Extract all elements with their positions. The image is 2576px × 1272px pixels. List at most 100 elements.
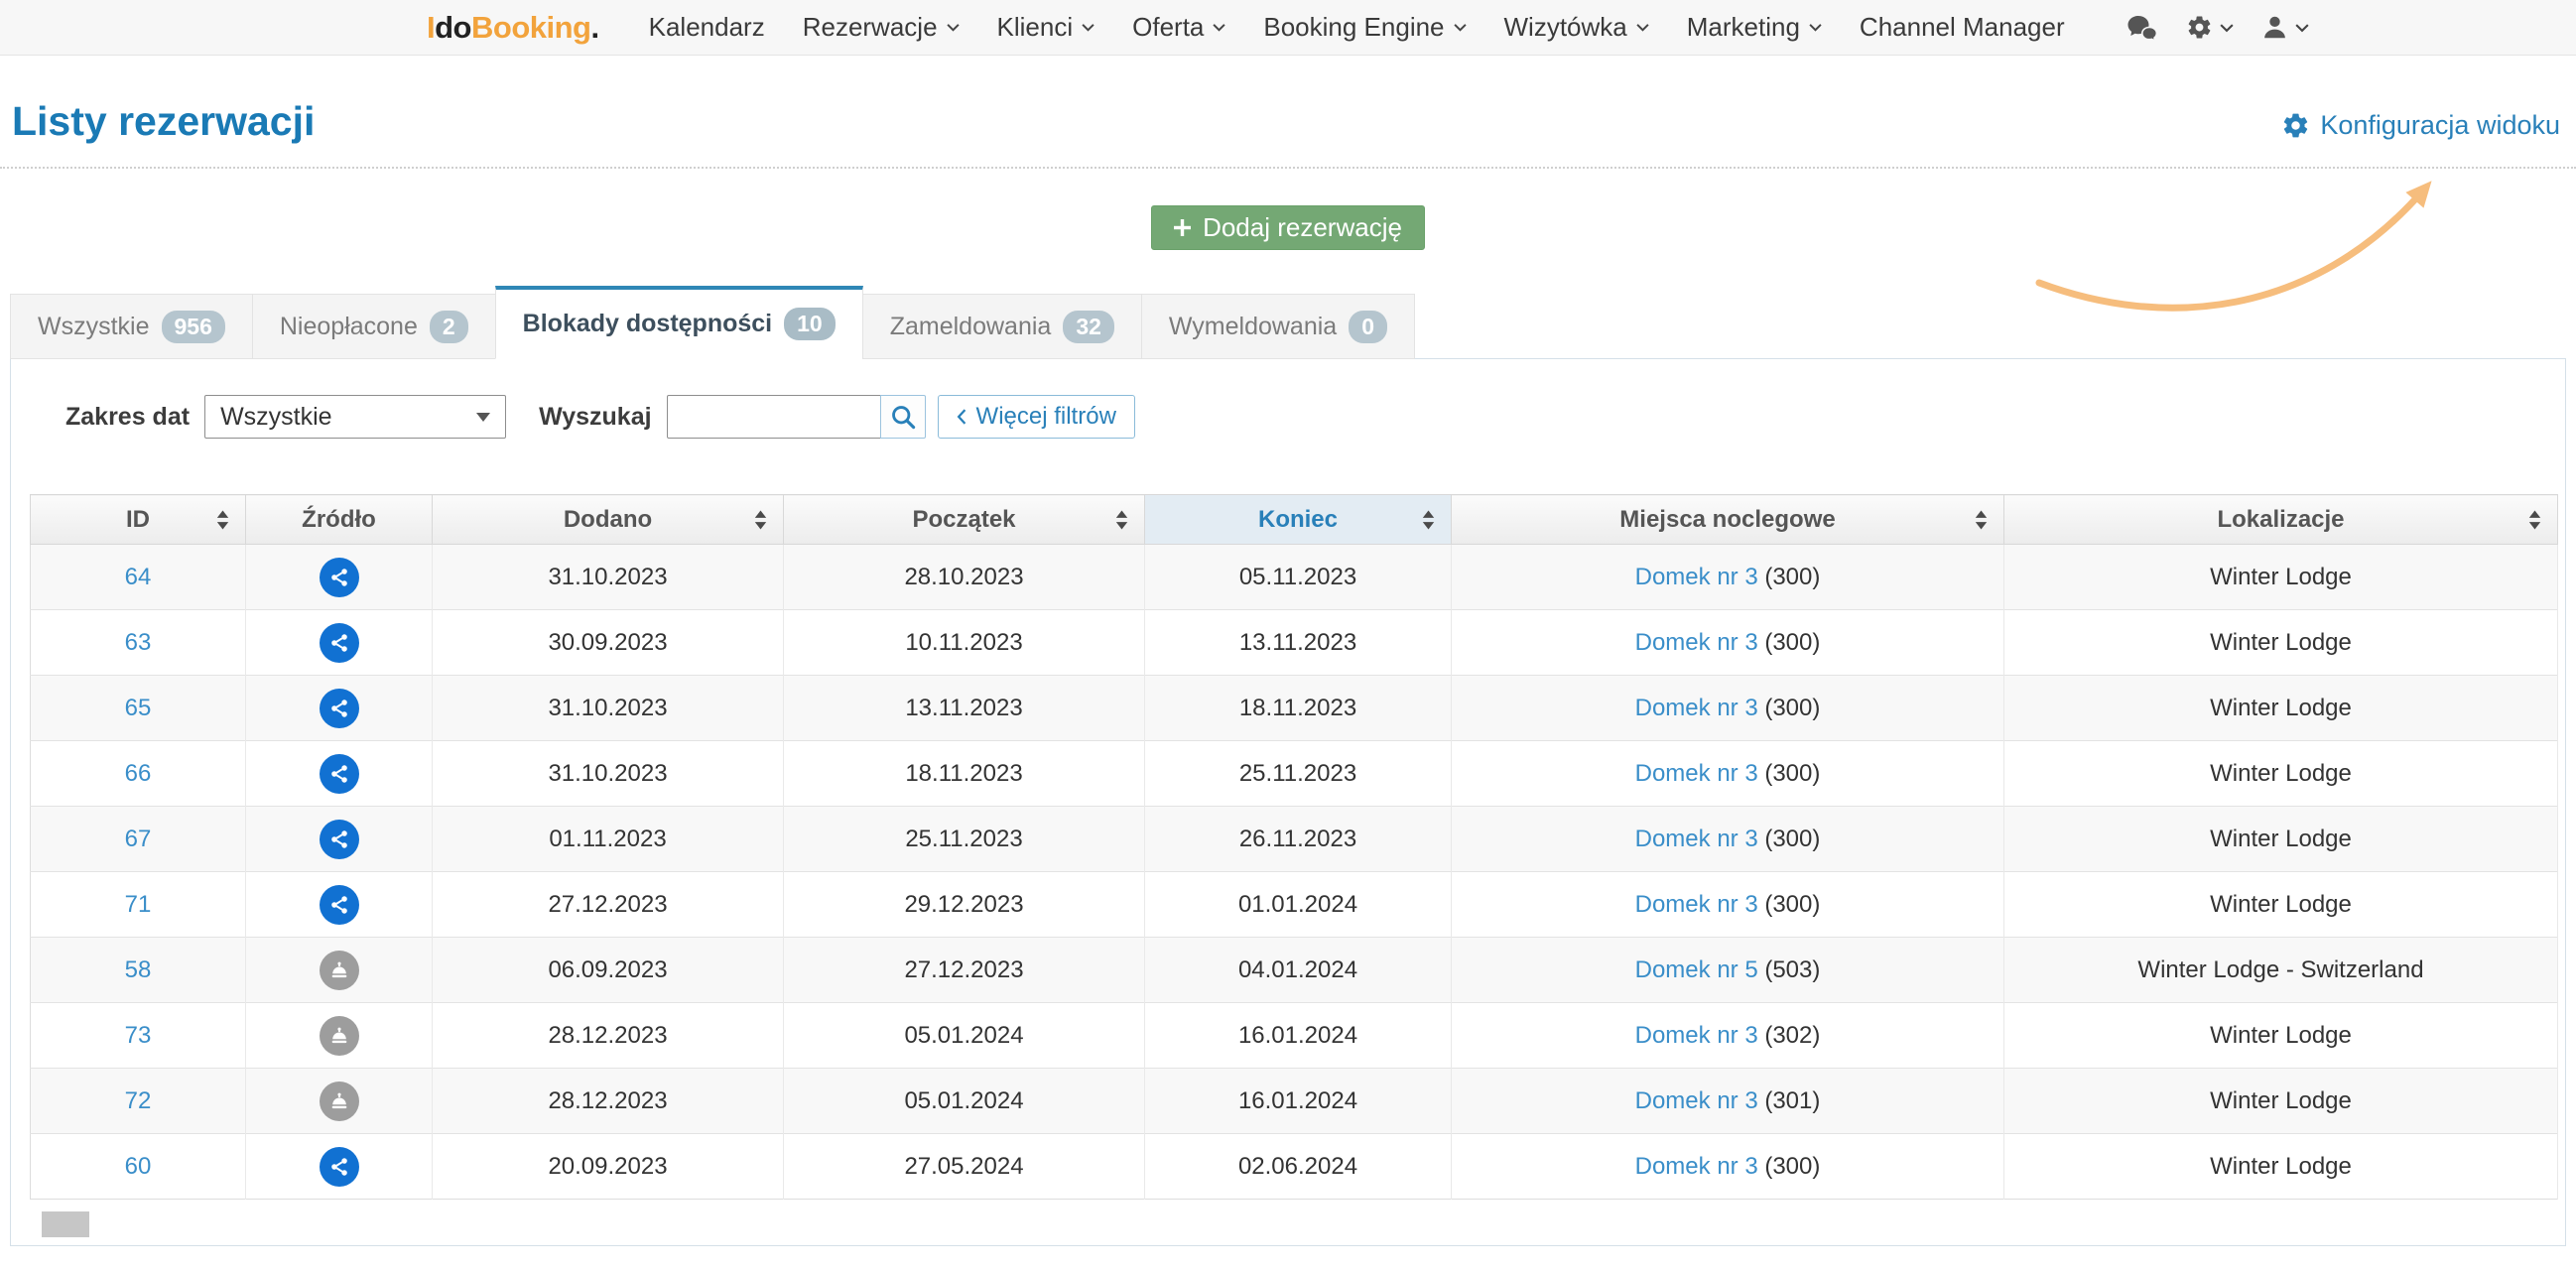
share-icon [320,1147,359,1187]
tab-blokady-dostepnosci[interactable]: Blokady dostępności10 [495,286,863,359]
logo-part: Booking [471,10,591,45]
tab-count-badge: 0 [1349,311,1387,343]
nav-item-label: Kalendarz [649,12,765,43]
cell-start: 13.11.2023 [784,676,1145,741]
content-panel: Zakres dat Wszystkie Wyszukaj Więcej fil… [10,358,2566,1246]
unit-link[interactable]: Domek nr 5 [1635,956,1758,983]
filters-row: Zakres dat Wszystkie Wyszukaj Więcej fil… [11,359,2565,439]
cell-added: 31.10.2023 [433,741,784,807]
search-button[interactable] [880,395,926,439]
unit-link[interactable]: Domek nr 3 [1635,1087,1758,1114]
date-range-selected-value: Wszystkie [220,403,332,432]
date-range-select[interactable]: Wszystkie [204,395,506,439]
cell-unit: Domek nr 3 (300) [1452,872,2004,938]
cell-id: 60 [31,1134,246,1200]
nav-item-oferta[interactable]: Oferta [1132,12,1225,43]
sort-icon [1115,510,1128,529]
tab-count-badge: 2 [430,311,468,343]
tab-wszystkie[interactable]: Wszystkie956 [10,294,253,359]
cell-unit: Domek nr 3 (300) [1452,1134,2004,1200]
unit-link[interactable]: Domek nr 3 [1635,695,1758,721]
idobooking-logo[interactable]: IdoBooking. [427,10,599,46]
cell-location: Winter Lodge [2004,676,2558,741]
reservation-id-link[interactable]: 66 [125,760,152,787]
reservation-id-link[interactable]: 63 [125,629,152,656]
column-header-zrodlo: Źródło [246,495,433,545]
unit-link[interactable]: Domek nr 3 [1635,760,1758,787]
nav-item-label: Channel Manager [1860,12,2065,43]
reservation-id-link[interactable]: 73 [125,1022,152,1049]
unit-link[interactable]: Domek nr 3 [1635,891,1758,918]
column-header-koniec[interactable]: Koniec [1145,495,1452,545]
reservation-id-link[interactable]: 64 [125,564,152,590]
unit-link[interactable]: Domek nr 3 [1635,826,1758,852]
cell-unit: Domek nr 3 (300) [1452,545,2004,610]
unit-code: (300) [1764,564,1820,590]
tab-wymeldowania[interactable]: Wymeldowania 0 [1141,294,1415,359]
cell-start: 29.12.2023 [784,872,1145,938]
nav-item-marketing[interactable]: Marketing [1687,12,1822,43]
column-header-lokalizacje[interactable]: Lokalizacje [2004,495,2558,545]
cell-start: 27.12.2023 [784,938,1145,1003]
cell-id: 66 [31,741,246,807]
reservation-id-link[interactable]: 67 [125,826,152,852]
unit-link[interactable]: Domek nr 3 [1635,1022,1758,1049]
column-header-miejsca-noclegowe[interactable]: Miejsca noclegowe [1452,495,2004,545]
unit-link[interactable]: Domek nr 3 [1635,1153,1758,1180]
tab-label: Wymeldowania [1169,313,1337,341]
cell-source [246,676,433,741]
column-header-poczatek[interactable]: Początek [784,495,1145,545]
cell-added: 31.10.2023 [433,676,784,741]
reservation-id-link[interactable]: 72 [125,1087,152,1114]
nav-item-label: Marketing [1687,12,1800,43]
unit-code: (503) [1764,956,1820,983]
nav-item-klienci[interactable]: Klienci [997,12,1095,43]
cell-added: 28.12.2023 [433,1069,784,1134]
column-header-label: Miejsca noclegowe [1619,506,1835,533]
cell-added: 28.12.2023 [433,1003,784,1069]
reservation-id-link[interactable]: 71 [125,891,152,918]
page-title: Listy rezerwacji [12,98,315,145]
tab-count-badge: 10 [784,308,836,340]
tab-nieoplacone[interactable]: Nieopłacone2 [252,294,496,359]
nav-item-booking-engine[interactable]: Booking Engine [1263,12,1466,43]
page-header: Listy rezerwacji Konfiguracja widoku [0,56,2576,169]
sort-icon [216,510,229,529]
search-input[interactable] [667,395,881,439]
reservation-tabs: Wszystkie956Nieopłacone2Blokady dostępno… [10,286,2576,359]
actions-row: Dodaj rezerwację [0,205,2576,250]
nav-item-channel-manager[interactable]: Channel Manager [1860,12,2065,43]
reservation-id-link[interactable]: 65 [125,695,152,721]
horizontal-scrollbar-thumb[interactable] [42,1211,89,1237]
column-header-id[interactable]: ID [31,495,246,545]
column-header-dodano[interactable]: Dodano [433,495,784,545]
unit-code: (300) [1764,760,1820,787]
more-filters-button[interactable]: Więcej filtrów [938,395,1135,439]
settings-icon[interactable] [2186,14,2234,41]
cell-end: 18.11.2023 [1145,676,1452,741]
cell-start: 25.11.2023 [784,807,1145,872]
messages-icon[interactable] [2126,14,2158,42]
unit-link[interactable]: Domek nr 3 [1635,629,1758,656]
tab-zameldowania[interactable]: Zameldowania32 [862,294,1142,359]
user-icon[interactable] [2261,14,2309,41]
share-icon [320,885,359,925]
view-configuration-link[interactable]: Konfiguracja widoku [2281,110,2560,141]
table-row: 6020.09.202327.05.202402.06.2024Domek nr… [31,1134,2558,1200]
cell-id: 73 [31,1003,246,1069]
nav-item-rezerwacje[interactable]: Rezerwacje [803,12,960,43]
reservation-id-link[interactable]: 58 [125,956,152,983]
nav-item-kalendarz[interactable]: Kalendarz [649,12,765,43]
reservation-id-link[interactable]: 60 [125,1153,152,1180]
cell-location: Winter Lodge [2004,741,2558,807]
horizontal-scrollbar [32,1211,2555,1237]
nav-item-wizytowka[interactable]: Wizytówka [1504,12,1649,43]
chevron-down-icon [1213,23,1225,32]
cell-unit: Domek nr 3 (300) [1452,676,2004,741]
cell-unit: Domek nr 3 (300) [1452,610,2004,676]
cell-source [246,1134,433,1200]
unit-link[interactable]: Domek nr 3 [1635,564,1758,590]
chevron-down-icon [2220,23,2234,33]
column-header-label: ID [126,506,150,533]
add-reservation-button[interactable]: Dodaj rezerwację [1151,205,1425,250]
